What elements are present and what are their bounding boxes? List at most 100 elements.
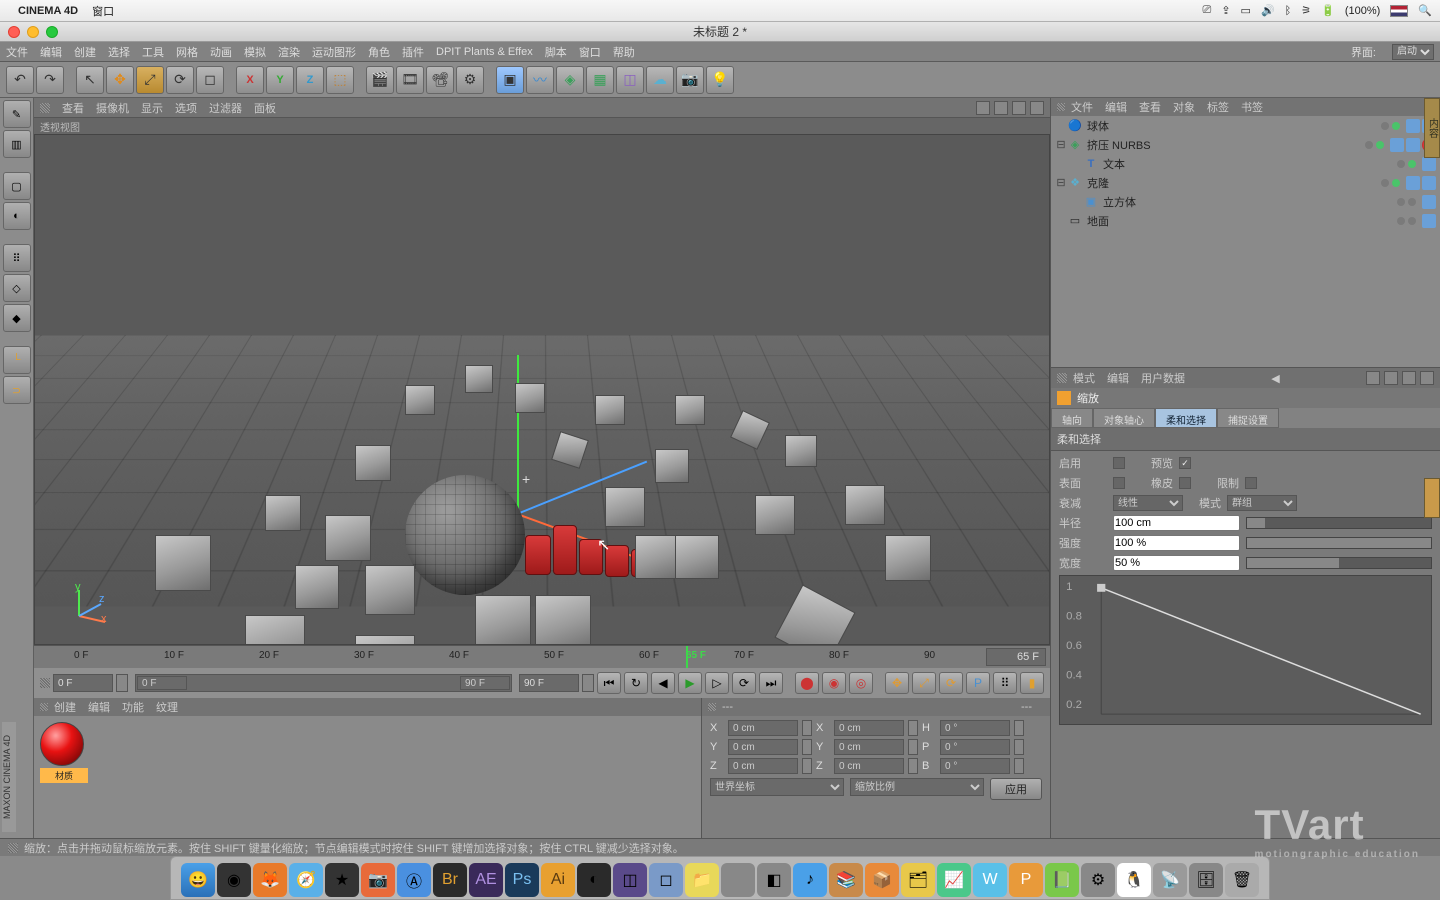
menu-anim[interactable]: 动画 — [210, 44, 232, 60]
mode-select[interactable]: 群组 — [1227, 495, 1297, 511]
menu-script[interactable]: 脚本 — [545, 44, 567, 60]
right-tab-2[interactable] — [1424, 478, 1440, 518]
menu-extra-icon[interactable]: ⎚ — [1203, 4, 1212, 17]
key-pos-button[interactable]: ✥ — [885, 672, 909, 694]
tab-axis[interactable]: 轴向 — [1051, 408, 1093, 428]
cube-clone[interactable] — [405, 385, 435, 415]
panel-grip-icon[interactable] — [1057, 103, 1065, 111]
dock-app[interactable]: 📁 — [685, 863, 719, 897]
obj-view[interactable]: 查看 — [1139, 99, 1161, 115]
model-mode-button[interactable]: ▥ — [3, 130, 31, 158]
right-tab-1[interactable]: 内容 — [1424, 98, 1440, 158]
dock-dashboard[interactable]: ◉ — [217, 863, 251, 897]
dock-firefox[interactable]: 🦊 — [253, 863, 287, 897]
add-primitive-button[interactable]: ▣ — [496, 66, 524, 94]
add-array-button[interactable]: ▦ — [586, 66, 614, 94]
viewport-3d[interactable]: + — [34, 134, 1050, 645]
y-axis-gizmo[interactable] — [517, 355, 519, 515]
coord-system[interactable]: ⬚ — [326, 66, 354, 94]
object-tree[interactable]: 🔵球体 ⊟◈挤压 NURBS T文本 ⊟❖克隆 ▣立方体 ▭地面 — [1051, 116, 1440, 367]
coord-scale-select[interactable]: 缩放比例 — [850, 778, 984, 796]
edges-mode-button[interactable]: ◇ — [3, 274, 31, 302]
timeline-playhead[interactable] — [686, 646, 688, 668]
scale-tool[interactable]: ⤢ — [136, 66, 164, 94]
minimize-window-button[interactable] — [27, 26, 39, 38]
apply-button[interactable]: 应用 — [990, 778, 1042, 800]
vp-camera[interactable]: 摄像机 — [96, 100, 129, 116]
vp-options[interactable]: 选项 — [175, 100, 197, 116]
cube-clone[interactable] — [655, 449, 689, 483]
pos-y-input[interactable] — [728, 739, 798, 755]
obj-file[interactable]: 文件 — [1071, 99, 1093, 115]
size-y-input[interactable] — [834, 739, 904, 755]
attr-icon[interactable] — [1366, 371, 1380, 385]
dock-ai[interactable]: Ai — [541, 863, 575, 897]
tag-icon[interactable] — [1406, 138, 1420, 152]
record-button[interactable]: ⬤ — [795, 672, 819, 694]
rubber-checkbox[interactable] — [1179, 477, 1191, 489]
add-deformer-button[interactable]: ◫ — [616, 66, 644, 94]
falloff-curve-editor[interactable]: 1 0.8 0.6 0.4 0.2 — [1059, 575, 1432, 725]
axis-mode-button[interactable]: └ — [3, 346, 31, 374]
cube-clone[interactable] — [475, 595, 531, 645]
mat-create[interactable]: 创建 — [54, 699, 76, 715]
snap-button[interactable]: ⊃ — [3, 376, 31, 404]
vp-display[interactable]: 显示 — [141, 100, 163, 116]
menu-tools[interactable]: 工具 — [142, 44, 164, 60]
volume-icon[interactable]: 🔊 — [1261, 4, 1275, 17]
next-key-button[interactable]: ⟳ — [732, 672, 756, 694]
strength-input[interactable] — [1113, 535, 1240, 551]
attr-icon[interactable] — [1384, 371, 1398, 385]
vp-nav-icon[interactable] — [1030, 101, 1044, 115]
rotate-tool[interactable]: ⟳ — [166, 66, 194, 94]
mat-func[interactable]: 功能 — [122, 699, 144, 715]
mac-menu-window[interactable]: 窗口 — [92, 3, 114, 19]
cube-clone[interactable] — [325, 515, 371, 561]
vp-nav-icon[interactable] — [976, 101, 990, 115]
attr-edit[interactable]: 编辑 — [1107, 370, 1129, 386]
tree-item-cube[interactable]: ▣立方体 — [1051, 192, 1440, 211]
tag-icon[interactable] — [1422, 157, 1436, 171]
timeline-ruler[interactable]: 0 F 10 F 20 F 30 F 40 F 50 F 60 F 65 F 7… — [34, 646, 1050, 668]
rot-b-input[interactable] — [940, 758, 1010, 774]
menu-mesh[interactable]: 网格 — [176, 44, 198, 60]
cube-clone[interactable] — [675, 535, 719, 579]
panel-grip-icon[interactable] — [40, 103, 50, 113]
menu-dpit[interactable]: DPIT Plants & Effex — [436, 46, 533, 58]
menu-char[interactable]: 角色 — [368, 44, 390, 60]
cube-clone[interactable] — [465, 365, 493, 393]
close-window-button[interactable] — [8, 26, 20, 38]
size-z-input[interactable] — [834, 758, 904, 774]
polys-mode-button[interactable]: ◆ — [3, 304, 31, 332]
dock-finder[interactable]: 😀 — [181, 863, 215, 897]
cube-clone[interactable] — [515, 383, 545, 413]
dock-ae[interactable]: AE — [469, 863, 503, 897]
tab-objaxis[interactable]: 对象轴心 — [1093, 408, 1155, 428]
dock-app[interactable]: 📦 — [865, 863, 899, 897]
tag-icon[interactable] — [1406, 176, 1420, 190]
add-nurbs-button[interactable]: ◈ — [556, 66, 584, 94]
cube-clone[interactable] — [885, 535, 931, 581]
time-end-input[interactable] — [519, 674, 579, 692]
vp-panel[interactable]: 面板 — [254, 100, 276, 116]
dock-app[interactable]: P — [1009, 863, 1043, 897]
move-tool[interactable]: ✥ — [106, 66, 134, 94]
width-slider[interactable] — [1246, 557, 1432, 569]
zoom-window-button[interactable] — [46, 26, 58, 38]
mac-app-name[interactable]: CINEMA 4D — [18, 5, 78, 17]
undo-button[interactable]: ↶ — [6, 66, 34, 94]
make-editable-button[interactable]: ✎ — [3, 100, 31, 128]
key-anim-button[interactable]: ▮ — [1020, 672, 1044, 694]
wifi-icon[interactable]: ⚞ — [1301, 4, 1311, 17]
menu-sim[interactable]: 模拟 — [244, 44, 266, 60]
axis-x-lock[interactable]: X — [236, 66, 264, 94]
dock-photobooth[interactable]: 📷 — [361, 863, 395, 897]
obj-bookmark[interactable]: 书签 — [1241, 99, 1263, 115]
dock-appstore[interactable]: Ⓐ — [397, 863, 431, 897]
spinner[interactable] — [116, 674, 128, 692]
vp-nav-icon[interactable] — [994, 101, 1008, 115]
live-select-tool[interactable]: ↖ — [76, 66, 104, 94]
dock-safari[interactable]: 🧭 — [289, 863, 323, 897]
range-start-input[interactable] — [137, 676, 187, 690]
axis-z-lock[interactable]: Z — [296, 66, 324, 94]
